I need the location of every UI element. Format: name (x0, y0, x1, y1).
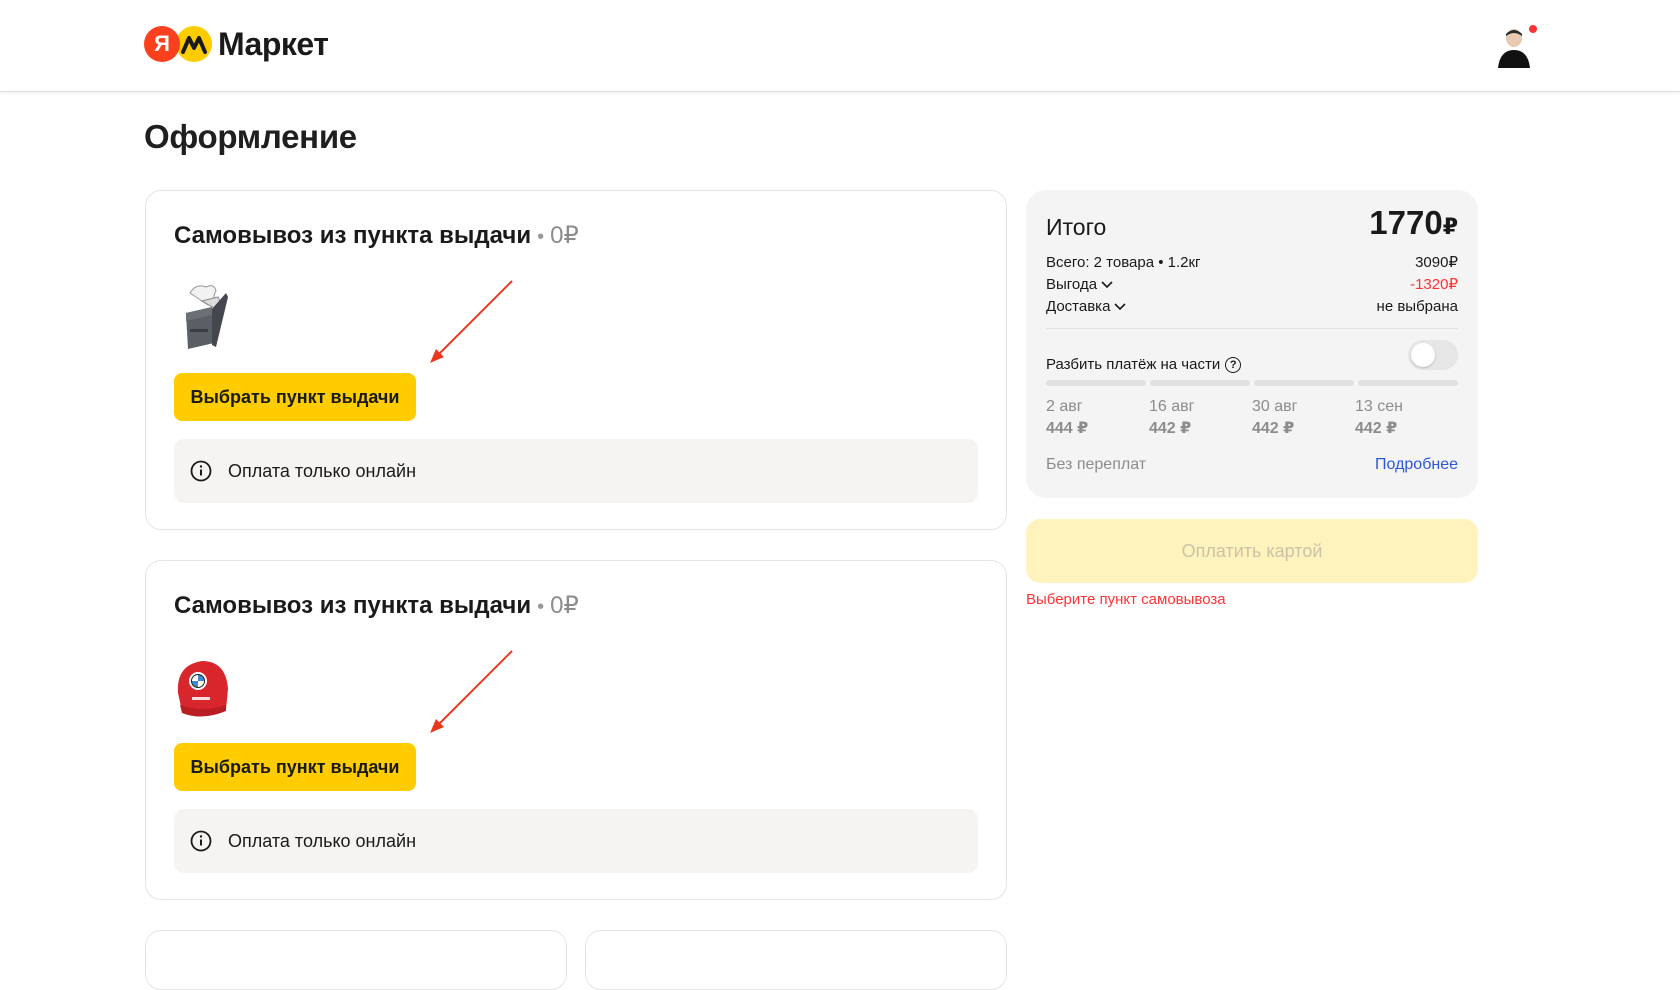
info-icon (190, 460, 212, 482)
summary-items-label: Всего: 2 товара • 1.2кг (1046, 253, 1201, 271)
bottom-card-right (585, 930, 1007, 990)
chevron-down-icon (1114, 302, 1126, 310)
summary-total-value: 1770 (1369, 204, 1443, 241)
notification-dot (1529, 25, 1537, 33)
payment-info-box: Оплата только онлайн (174, 809, 978, 873)
separator-dot: • (537, 596, 545, 618)
logo-ya-icon: Я (144, 26, 180, 62)
chevron-down-icon (1101, 280, 1113, 288)
pickup-warning: Выберите пункт самовывоза (1026, 591, 1226, 608)
logo-market-icon (176, 26, 212, 62)
summary-discount-label: Выгода (1046, 275, 1098, 293)
delivery-title: Самовывоз из пункта выдачи • 0₽ (174, 591, 579, 620)
installment-sum: 442 ₽ (1252, 420, 1295, 437)
installment-bar (1150, 380, 1250, 386)
installment-item: 13 сен 442 ₽ (1355, 398, 1458, 438)
installment-bar (1254, 380, 1354, 386)
installment-date: 16 авг (1149, 398, 1195, 415)
delivery-title-text: Самовывоз из пункта выдачи (174, 222, 532, 249)
no-overpay-text: Без переплат (1046, 456, 1147, 473)
header: Я Маркет (0, 0, 1680, 92)
pay-by-card-button[interactable]: Оплатить картой (1026, 519, 1478, 583)
delivery-price: 0₽ (550, 222, 579, 249)
installment-bar (1358, 380, 1458, 386)
split-payment-toggle[interactable] (1408, 340, 1458, 370)
payment-info-text: Оплата только онлайн (228, 460, 417, 481)
red-arrow-icon (430, 280, 513, 363)
payment-info-box: Оплата только онлайн (174, 439, 978, 503)
summary-row-items: Всего: 2 товара • 1.2кг 3090₽ (1046, 252, 1458, 272)
user-avatar[interactable] (1494, 24, 1534, 68)
split-payment-text: Разбить платёж на части (1046, 356, 1221, 373)
installment-item: 30 авг 442 ₽ (1252, 398, 1355, 438)
choose-pickup-button-2[interactable]: Выбрать пункт выдачи (174, 743, 416, 791)
logo-text: Маркет (218, 25, 329, 62)
delivery-card-1: Самовывоз из пункта выдачи • 0₽ Выбрать пу… (145, 190, 1007, 530)
question-icon[interactable]: ? (1225, 356, 1242, 373)
red-cap-product-image[interactable] (172, 649, 234, 721)
page-title: Оформление (144, 118, 357, 155)
summary-delivery-label: Доставка (1046, 297, 1111, 315)
yandex-market-logo[interactable]: Я Маркет (144, 25, 329, 62)
installment-item: 2 авг 444 ₽ (1046, 398, 1149, 438)
summary-total: 1770₽ (1369, 204, 1458, 242)
split-payment-label: Разбить платёж на части ? (1046, 356, 1242, 373)
summary-delivery-value: не выбрана (1376, 297, 1458, 315)
installment-sum: 442 ₽ (1355, 420, 1398, 437)
installment-sum: 442 ₽ (1149, 420, 1192, 437)
separator-dot: • (537, 226, 545, 248)
payment-info-text: Оплата только онлайн (228, 830, 417, 851)
installment-sum: 444 ₽ (1046, 420, 1089, 437)
summary-delivery-toggle[interactable]: Доставка (1046, 298, 1126, 315)
installment-item: 16 авг 442 ₽ (1149, 398, 1252, 438)
installment-progress (1046, 380, 1458, 386)
summary-discount-toggle[interactable]: Выгода (1046, 276, 1113, 293)
summary-discount-value: -1320₽ (1410, 276, 1458, 293)
choose-pickup-button-1[interactable]: Выбрать пункт выдачи (174, 373, 416, 421)
more-details-link[interactable]: Подробнее (1375, 456, 1458, 474)
red-arrow-icon (430, 650, 513, 733)
delivery-title-text: Самовывоз из пункта выдачи (174, 592, 532, 619)
delivery-price: 0₽ (550, 592, 579, 619)
installment-list: 2 авг 444 ₽ 16 авг 442 ₽ 30 авг 442 ₽ 13… (1046, 398, 1458, 438)
summary-row-discount[interactable]: Выгода -1320₽ (1046, 274, 1458, 294)
summary-title: Итого (1046, 214, 1107, 240)
summary-row-delivery[interactable]: Доставка не выбрана (1046, 296, 1458, 316)
bottom-card-left (145, 930, 567, 990)
summary-divider (1046, 328, 1458, 329)
info-icon (190, 830, 212, 852)
installment-date: 2 авг (1046, 398, 1083, 415)
installment-bar (1046, 380, 1146, 386)
order-summary: Итого 1770₽ Всего: 2 товара • 1.2кг 3090… (1026, 190, 1478, 498)
delivery-card-2: Самовывоз из пункта выдачи • 0₽ Выбрать пу… (145, 560, 1007, 900)
summary-items-value: 3090₽ (1415, 254, 1458, 271)
installment-date: 30 авг (1252, 398, 1298, 415)
bag-product-image[interactable] (172, 279, 234, 351)
toggle-knob (1411, 343, 1435, 367)
summary-total-currency: ₽ (1442, 214, 1458, 239)
installment-date: 13 сен (1355, 398, 1403, 415)
delivery-title: Самовывоз из пункта выдачи • 0₽ (174, 221, 579, 250)
